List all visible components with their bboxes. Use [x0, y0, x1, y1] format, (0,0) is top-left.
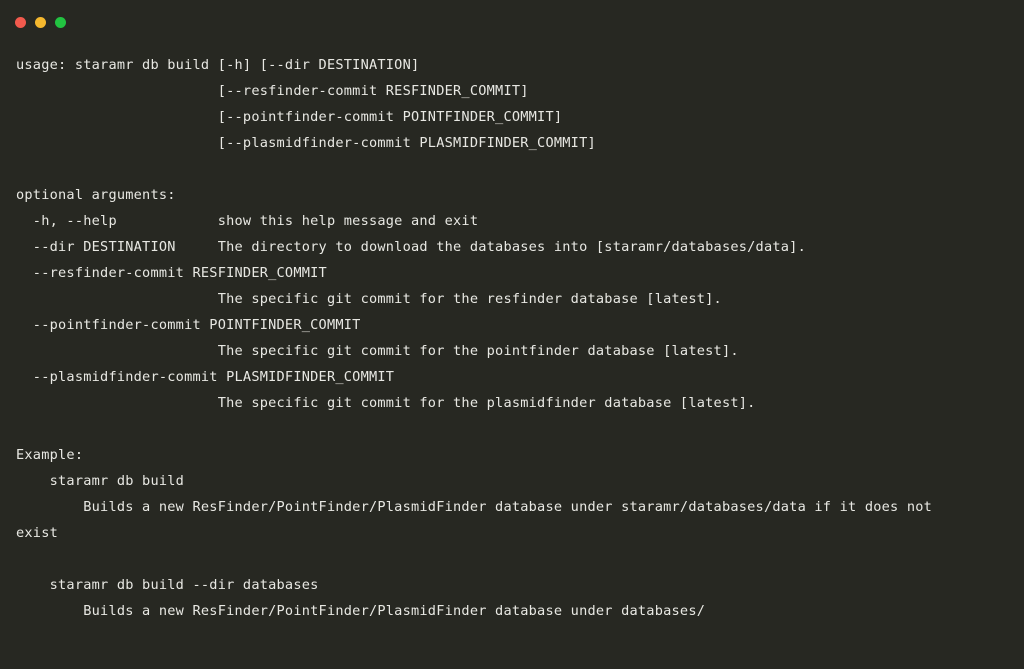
terminal-line: --resfinder-commit RESFINDER_COMMIT	[16, 265, 327, 281]
terminal-line: The specific git commit for the resfinde…	[16, 291, 722, 307]
terminal-line: --dir DESTINATION The directory to downl…	[16, 239, 806, 255]
close-button[interactable]	[15, 16, 26, 28]
terminal-line: staramr db build --dir databases	[16, 577, 319, 593]
terminal-line: [--plasmidfinder-commit PLASMIDFINDER_CO…	[16, 135, 596, 151]
terminal-line: Builds a new ResFinder/PointFinder/Plasm…	[16, 499, 933, 515]
terminal-line: [--pointfinder-commit POINTFINDER_COMMIT…	[16, 109, 563, 125]
terminal-line: --plasmidfinder-commit PLASMIDFINDER_COM…	[16, 369, 395, 385]
terminal-line: Example:	[16, 447, 84, 463]
terminal-line: exist	[16, 525, 59, 541]
minimize-button[interactable]	[35, 16, 46, 28]
window-titlebar	[0, 0, 1024, 44]
terminal-line: -h, --help show this help message and ex…	[16, 213, 479, 229]
terminal-line: optional arguments:	[16, 187, 176, 203]
terminal-line: staramr db build	[16, 473, 185, 489]
maximize-button[interactable]	[55, 16, 66, 28]
terminal-line: [--resfinder-commit RESFINDER_COMMIT]	[16, 83, 529, 99]
terminal-output[interactable]: usage: staramr db build [-h] [--dir DEST…	[0, 44, 1024, 669]
terminal-line: --pointfinder-commit POINTFINDER_COMMIT	[16, 317, 361, 333]
terminal-line: Builds a new ResFinder/PointFinder/Plasm…	[16, 603, 706, 619]
terminal-line: usage: staramr db build [-h] [--dir DEST…	[16, 57, 420, 73]
terminal-window: usage: staramr db build [-h] [--dir DEST…	[0, 0, 1024, 669]
terminal-line: The specific git commit for the plasmidf…	[16, 395, 756, 411]
terminal-line: The specific git commit for the pointfin…	[16, 343, 739, 359]
